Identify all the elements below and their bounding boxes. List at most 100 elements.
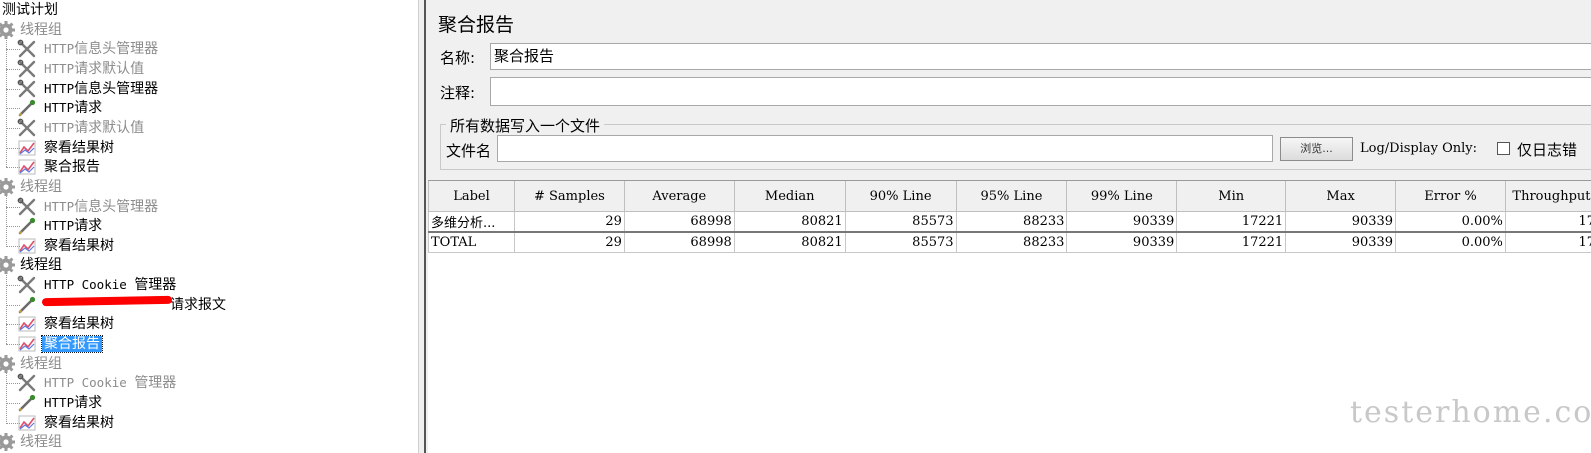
table-cell: 29	[513, 211, 625, 233]
table-cell: 29	[513, 231, 625, 253]
tree-node-label-prefix: HTTP	[44, 81, 75, 96]
table-cell: 80821	[733, 211, 846, 233]
tree-node[interactable]: 察看结果树	[42, 138, 116, 158]
tree-node[interactable]: HTTP信息头管理器	[42, 39, 160, 59]
column-header[interactable]: Median	[733, 181, 846, 212]
tree-node-label: 察看结果树	[42, 238, 116, 254]
tree-node[interactable]: 线程组	[18, 432, 64, 452]
tree-node[interactable]: 察看结果树	[42, 413, 116, 433]
tree-node[interactable]: HTTP信息头管理器	[42, 197, 160, 217]
table-cell: 17221	[1176, 231, 1287, 253]
table-cell: 68998	[623, 231, 735, 253]
column-header[interactable]: Throughput	[1504, 181, 1591, 212]
tree-node-label: HTTP Cookie 管理器	[42, 277, 178, 293]
filename-field[interactable]	[497, 135, 1273, 162]
tree-guide-line	[6, 38, 7, 167]
sampler-icon	[17, 393, 37, 413]
comment-field[interactable]	[490, 77, 1591, 106]
table-cell: 90339	[1066, 231, 1178, 253]
tree-node-label-prefix: HTTP	[44, 395, 75, 410]
tree-node-label: 线程组	[18, 356, 64, 372]
tree-connector	[6, 69, 20, 70]
table-cell: 17	[1504, 211, 1591, 233]
table-cell: 90339	[1066, 211, 1178, 233]
browse-button[interactable]: 浏览...	[1280, 137, 1353, 161]
tree-node-label: 察看结果树	[42, 415, 116, 431]
tree-node[interactable]: 察看结果树	[42, 236, 116, 256]
tree-node-label: 聚合报告	[42, 159, 102, 175]
tree-node-label-text: 察看结果树	[44, 316, 114, 332]
tree-node-label: 察看结果树	[42, 140, 116, 156]
wrench-icon	[17, 59, 37, 79]
tree-node-label: HTTP请求	[42, 395, 104, 411]
tree-node-label-text: 线程组	[20, 356, 62, 372]
tree-node[interactable]: HTTP信息头管理器	[42, 79, 160, 99]
tree-node[interactable]: 察看结果树	[42, 314, 116, 334]
table-row[interactable]: TOTAL 29 68998 80821 85573 88233 90339 17221 903…	[428, 231, 1591, 253]
tree-node-label-text: 察看结果树	[44, 415, 114, 431]
tree-node[interactable]: 聚合报告	[41, 334, 103, 354]
tree-node-label-text: 线程组	[20, 22, 62, 38]
tree-node-label-text: 信息头管理器	[74, 81, 159, 97]
column-header[interactable]: Label	[428, 181, 515, 212]
tree-connector	[6, 305, 20, 306]
tree-node-label-text: 请求	[74, 218, 103, 234]
name-field[interactable]: 聚合报告	[490, 43, 1591, 70]
tree-node-label-text: 察看结果树	[44, 140, 114, 156]
table-cell: 68998	[623, 211, 735, 233]
errors-only-checkbox[interactable]	[1497, 142, 1510, 155]
tree-node[interactable]: 线程组	[18, 354, 64, 374]
tree-node[interactable]: 聚合报告	[42, 157, 102, 177]
tree-node-label: HTTP Cookie 管理器	[42, 375, 178, 391]
tree-node-label: HTTP信息头管理器	[42, 81, 160, 97]
table-row[interactable]: 多维分析... 29 68998 80821 85573 88233 90339 17221 9…	[428, 211, 1591, 233]
tree-root-test-plan[interactable]: 测试计划	[0, 0, 60, 20]
tree-node[interactable]: HTTP请求	[42, 393, 104, 413]
tree-node[interactable]: HTTP请求	[42, 98, 104, 118]
tree-node-label-prefix: HTTP	[44, 218, 75, 233]
column-header[interactable]: Min	[1176, 181, 1287, 212]
table-cell: 90339	[1285, 231, 1397, 253]
gear-icon	[0, 354, 16, 374]
tree-node-label-text: 线程组	[20, 434, 62, 450]
test-plan-tree[interactable]: 测试计划 线程组 HTTP信息头管理器 HTTP请求默认值 HTTP信息头管理器 HTT…	[0, 0, 418, 453]
column-header[interactable]: Max	[1285, 181, 1397, 212]
table-header-row: Label # Samples Average Median 90% Line 95% L…	[428, 181, 1591, 212]
tree-node[interactable]: 线程组	[18, 177, 64, 197]
tree-connector	[6, 49, 20, 50]
split-pane-divider[interactable]	[418, 0, 426, 453]
tree-node[interactable]: HTTP请求默认值	[42, 59, 146, 79]
tree-connector	[6, 344, 20, 345]
tree-node[interactable]: 线程组	[18, 255, 64, 275]
tree-guide-line	[6, 372, 7, 422]
tree-node[interactable]: HTTP Cookie 管理器	[42, 275, 178, 295]
table-body: 多维分析... 29 68998 80821 85573 88233 90339 17221 9…	[428, 211, 1591, 253]
tree-node[interactable]: HTTP Cookie 管理器	[42, 373, 178, 393]
tree-node[interactable]: 线程组	[18, 20, 64, 40]
tree-node-label: HTTP请求默认值	[42, 120, 146, 136]
tree-node-label-text: 请求	[74, 395, 103, 411]
tree-node-label: HTTP信息头管理器	[42, 41, 160, 57]
tree-guide-line	[6, 195, 7, 245]
tree-node-label-prefix: HTTP	[44, 61, 75, 76]
column-header[interactable]: 99% Line	[1066, 181, 1178, 212]
chart-icon	[17, 413, 37, 433]
tree-node[interactable]: HTTP请求默认值	[42, 118, 146, 138]
column-header[interactable]: 95% Line	[955, 181, 1068, 212]
tree-node-label: 察看结果树	[42, 316, 116, 332]
errors-only-label: 仅日志错	[1517, 141, 1578, 159]
tree-node-label: HTTP请求默认值	[42, 61, 146, 77]
wrench-icon	[17, 118, 37, 138]
chart-icon	[17, 334, 37, 354]
tree-connector	[6, 128, 20, 129]
column-header[interactable]: # Samples	[513, 181, 625, 212]
tree-node[interactable]: HTTP请求	[42, 216, 104, 236]
chart-icon	[17, 138, 37, 158]
tree-connector	[6, 167, 20, 168]
tree-node-label: HTTP请求	[42, 218, 104, 234]
column-header[interactable]: Average	[623, 181, 735, 212]
column-header[interactable]: Error %	[1395, 181, 1506, 212]
column-header[interactable]: 90% Line	[844, 181, 957, 212]
tree-node-label: 线程组	[18, 434, 64, 450]
panel-title: 聚合报告	[438, 14, 515, 36]
